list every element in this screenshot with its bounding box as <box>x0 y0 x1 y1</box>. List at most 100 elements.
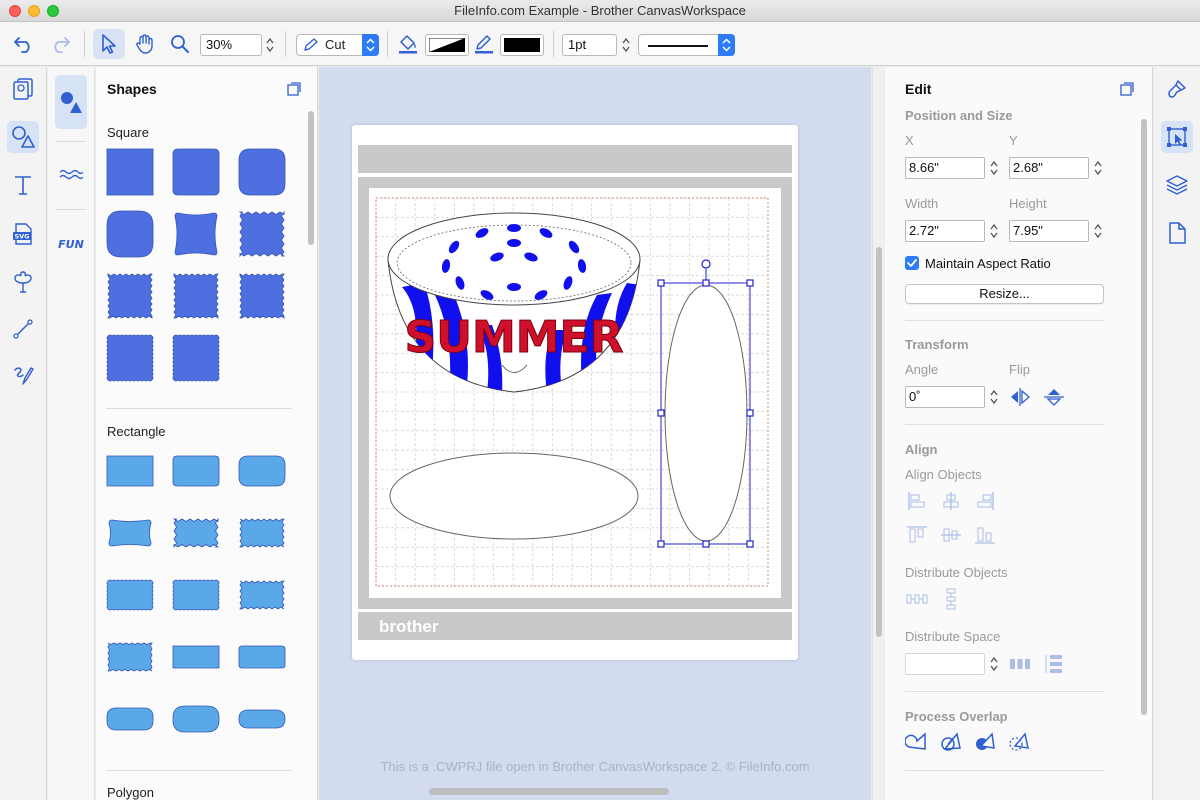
window-close-button[interactable] <box>9 5 21 17</box>
square-shape-6[interactable] <box>238 210 286 258</box>
basic-shapes-tab[interactable] <box>55 75 87 129</box>
rectangle-shape-10[interactable] <box>106 641 154 673</box>
resize-handle[interactable] <box>657 409 665 417</box>
rectangle-shape-7[interactable] <box>106 579 154 611</box>
align-left-button[interactable] <box>905 490 929 512</box>
resize-handle[interactable] <box>657 540 665 548</box>
square-shape-8[interactable] <box>172 272 220 320</box>
resize-handle[interactable] <box>702 540 710 548</box>
align-right-button[interactable] <box>973 490 997 512</box>
resize-handle[interactable] <box>746 409 754 417</box>
pattern-shapes-tab[interactable] <box>55 159 87 191</box>
rectangle-shape-6[interactable] <box>238 517 286 549</box>
canvas-vertical-scrollbar[interactable] <box>872 67 884 800</box>
width-stepper[interactable] <box>988 220 1000 242</box>
canvas-horizontal-scrollbar[interactable] <box>429 788 669 795</box>
distribute-space-stepper[interactable] <box>988 653 1000 675</box>
rectangle-shape-14[interactable] <box>172 705 220 733</box>
resize-button[interactable]: Resize... <box>905 284 1104 304</box>
rectangle-shape-4[interactable] <box>106 517 154 549</box>
x-stepper[interactable] <box>988 157 1000 179</box>
rotate-handle[interactable] <box>701 259 711 269</box>
square-shape-7[interactable] <box>106 272 154 320</box>
square-shape-2[interactable] <box>172 148 220 196</box>
undo-button[interactable] <box>8 29 40 59</box>
align-center-vertical-button[interactable] <box>939 524 963 546</box>
height-stepper[interactable] <box>1092 220 1104 242</box>
horizontal-ellipse-shape[interactable] <box>389 452 639 540</box>
svg-import-button[interactable]: SVG <box>7 218 39 250</box>
space-horizontal-button[interactable] <box>1008 653 1032 675</box>
text-category-button[interactable] <box>7 169 39 201</box>
hand-tool-button[interactable] <box>129 29 161 59</box>
zoom-input[interactable]: 30% <box>200 34 262 56</box>
mode-select[interactable]: Cut <box>296 34 379 56</box>
shapes-panel-scrollbar[interactable] <box>308 111 314 245</box>
rectangle-shape-2[interactable] <box>172 455 220 487</box>
rectangle-shape-5[interactable] <box>172 517 220 549</box>
align-top-button[interactable] <box>905 524 929 546</box>
height-input[interactable]: 7.95" <box>1009 220 1089 242</box>
redo-button[interactable] <box>44 29 76 59</box>
weld-button[interactable] <box>905 731 929 753</box>
style-panel-button[interactable] <box>1161 73 1193 105</box>
edit-panel-button[interactable] <box>1161 121 1193 153</box>
rectangle-shape-12[interactable] <box>238 645 286 669</box>
rectangle-shape-13[interactable] <box>106 707 154 731</box>
rectangle-shape-9[interactable] <box>238 579 286 611</box>
width-input[interactable]: 2.72" <box>905 220 985 242</box>
select-tool-button[interactable] <box>93 29 125 59</box>
flip-horizontal-button[interactable] <box>1008 386 1032 408</box>
zoom-stepper[interactable] <box>264 34 276 56</box>
window-minimize-button[interactable] <box>28 5 40 17</box>
rectangle-shape-3[interactable] <box>238 455 286 487</box>
y-input[interactable]: 2.68" <box>1009 157 1089 179</box>
rectangle-shape-1[interactable] <box>106 455 154 487</box>
shapes-category-button[interactable] <box>7 121 39 153</box>
rectangle-shape-8[interactable] <box>172 579 220 611</box>
rectangle-shape-15[interactable] <box>238 709 286 729</box>
flip-vertical-button[interactable] <box>1042 386 1066 408</box>
square-shape-9[interactable] <box>238 272 286 320</box>
fill-color-swatch[interactable] <box>425 34 469 56</box>
distribute-horizontal-button[interactable] <box>905 588 929 610</box>
rectangle-shape-11[interactable] <box>172 645 220 669</box>
resize-handle[interactable] <box>657 279 665 287</box>
group-overlap-button[interactable] <box>939 731 963 753</box>
line-color-swatch[interactable] <box>500 34 544 56</box>
line-color-tool[interactable] <box>472 29 496 59</box>
square-shape-10[interactable] <box>106 334 154 382</box>
line-style-select[interactable] <box>638 34 735 56</box>
align-bottom-button[interactable] <box>973 524 997 546</box>
square-shape-3[interactable] <box>238 148 286 196</box>
window-zoom-button[interactable] <box>47 5 59 17</box>
distribute-space-input[interactable] <box>905 653 985 675</box>
distribute-vertical-button[interactable] <box>939 588 963 610</box>
divide-button[interactable] <box>1007 731 1031 753</box>
y-stepper[interactable] <box>1092 157 1104 179</box>
angle-stepper[interactable] <box>988 386 1000 408</box>
resize-handle[interactable] <box>702 279 710 287</box>
resize-handle[interactable] <box>746 540 754 548</box>
freehand-tool-button[interactable] <box>7 359 39 391</box>
square-shape-1[interactable] <box>106 148 154 196</box>
line-width-stepper[interactable] <box>620 34 632 56</box>
square-shape-4[interactable] <box>106 210 154 258</box>
align-center-horizontal-button[interactable] <box>939 490 963 512</box>
line-width-input[interactable]: 1pt <box>562 34 617 56</box>
subtract-button[interactable] <box>973 731 997 753</box>
x-input[interactable]: 8.66" <box>905 157 985 179</box>
popout-icon[interactable] <box>1120 82 1134 96</box>
zoom-tool-button[interactable] <box>165 29 195 59</box>
fun-shapes-tab[interactable]: FUN <box>55 227 87 259</box>
popout-icon[interactable] <box>287 82 301 96</box>
angle-input[interactable]: 0˚ <box>905 386 985 408</box>
design-objects-button[interactable] <box>7 267 39 299</box>
square-shape-5[interactable] <box>172 210 220 258</box>
layers-panel-button[interactable] <box>1161 169 1193 201</box>
document-panel-button[interactable] <box>1161 217 1193 249</box>
space-vertical-button[interactable] <box>1042 653 1066 675</box>
square-shape-11[interactable] <box>172 334 220 382</box>
line-tool-button[interactable] <box>7 313 39 345</box>
fill-color-tool[interactable] <box>396 29 420 59</box>
